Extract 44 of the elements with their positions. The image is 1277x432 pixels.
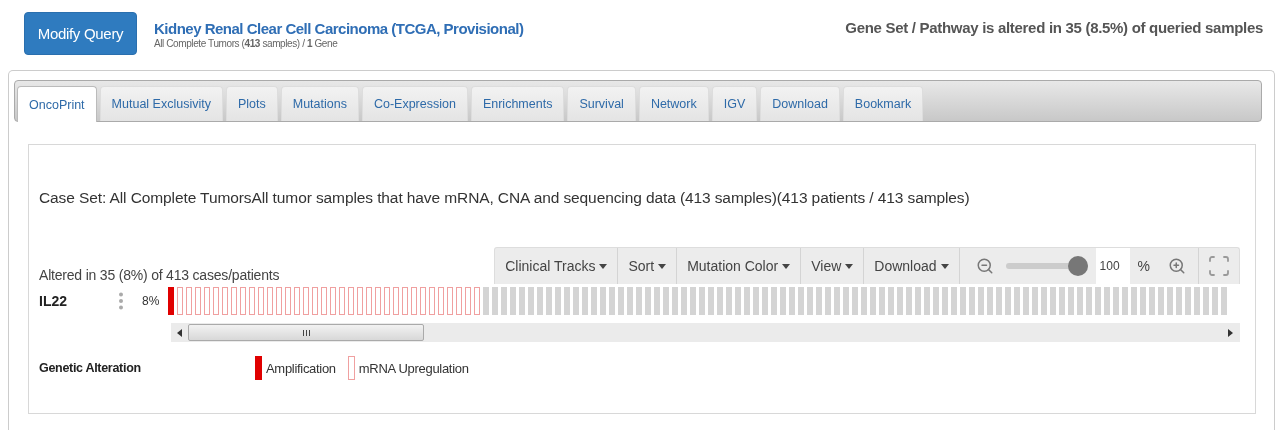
tab[interactable]: Survival [567, 86, 636, 121]
legend-label: Amplification [266, 360, 336, 376]
modify-query-button[interactable]: Modify Query [24, 12, 137, 55]
menu-button[interactable]: Clinical Tracks [495, 248, 619, 284]
tab[interactable]: Plots [225, 86, 278, 121]
slider-thumb[interactable] [1067, 256, 1088, 276]
caret-icon [845, 263, 854, 269]
caret-icon [782, 263, 791, 269]
menu-button[interactable]: View [801, 248, 865, 284]
caret-icon [940, 263, 949, 269]
tab[interactable]: Bookmark [842, 86, 924, 121]
tab[interactable]: Mutual Exclusivity [99, 86, 223, 121]
tab[interactable]: IGV [711, 86, 758, 121]
fit-icon[interactable] [1207, 254, 1231, 278]
legend-label: mRNA Upregulation [358, 360, 469, 376]
altered-summary: Gene Set / Pathway is altered in 35 (8.5%) of queried samples [845, 19, 1263, 36]
zoom-in-icon[interactable] [1168, 257, 1186, 275]
scroll-thumb[interactable] [188, 324, 424, 341]
altered-text: Altered in 35 (8%) of 413 cases/patients [39, 267, 280, 283]
percent-altered: 8% [142, 294, 161, 308]
zoom-out-icon[interactable] [975, 257, 994, 275]
zoom-slider[interactable] [1005, 256, 1088, 276]
scroll-right-icon[interactable] [1228, 328, 1234, 337]
track-menu-icon[interactable] [119, 292, 123, 310]
tab[interactable]: Download [760, 86, 840, 121]
menu-button[interactable]: Download [864, 248, 960, 284]
zoom-input[interactable]: 100 [1095, 248, 1130, 284]
menu-button[interactable]: Mutation Color [677, 248, 802, 284]
tab[interactable]: Mutations [280, 86, 359, 121]
caret-icon [658, 263, 667, 269]
tab[interactable]: Network [638, 86, 709, 121]
study-subtitle: All Complete Tumors (413 samples) / 1 Gene [154, 38, 339, 49]
legend-title: Genetic Alteration [39, 361, 142, 375]
tab[interactable]: Co-Expression [361, 86, 468, 121]
horizontal-scrollbar[interactable] [171, 323, 1240, 342]
study-title-link[interactable]: Kidney Renal Clear Cell Carcinoma (TCGA, Provisional) [154, 20, 524, 37]
menu-button[interactable]: Sort [618, 248, 678, 284]
case-set-text: Case Set: All Complete TumorsAll tumor samples that have mRNA, CNA and sequencing data (413 samples)(413 patients / 413 samples) [39, 189, 971, 207]
gene-label: IL22 [39, 293, 68, 309]
scroll-left-icon[interactable] [177, 328, 183, 337]
tab[interactable]: Enrichments [470, 86, 565, 121]
tab[interactable]: OncoPrint [17, 86, 97, 122]
percent-unit: % [1137, 258, 1150, 274]
caret-icon [599, 263, 608, 269]
